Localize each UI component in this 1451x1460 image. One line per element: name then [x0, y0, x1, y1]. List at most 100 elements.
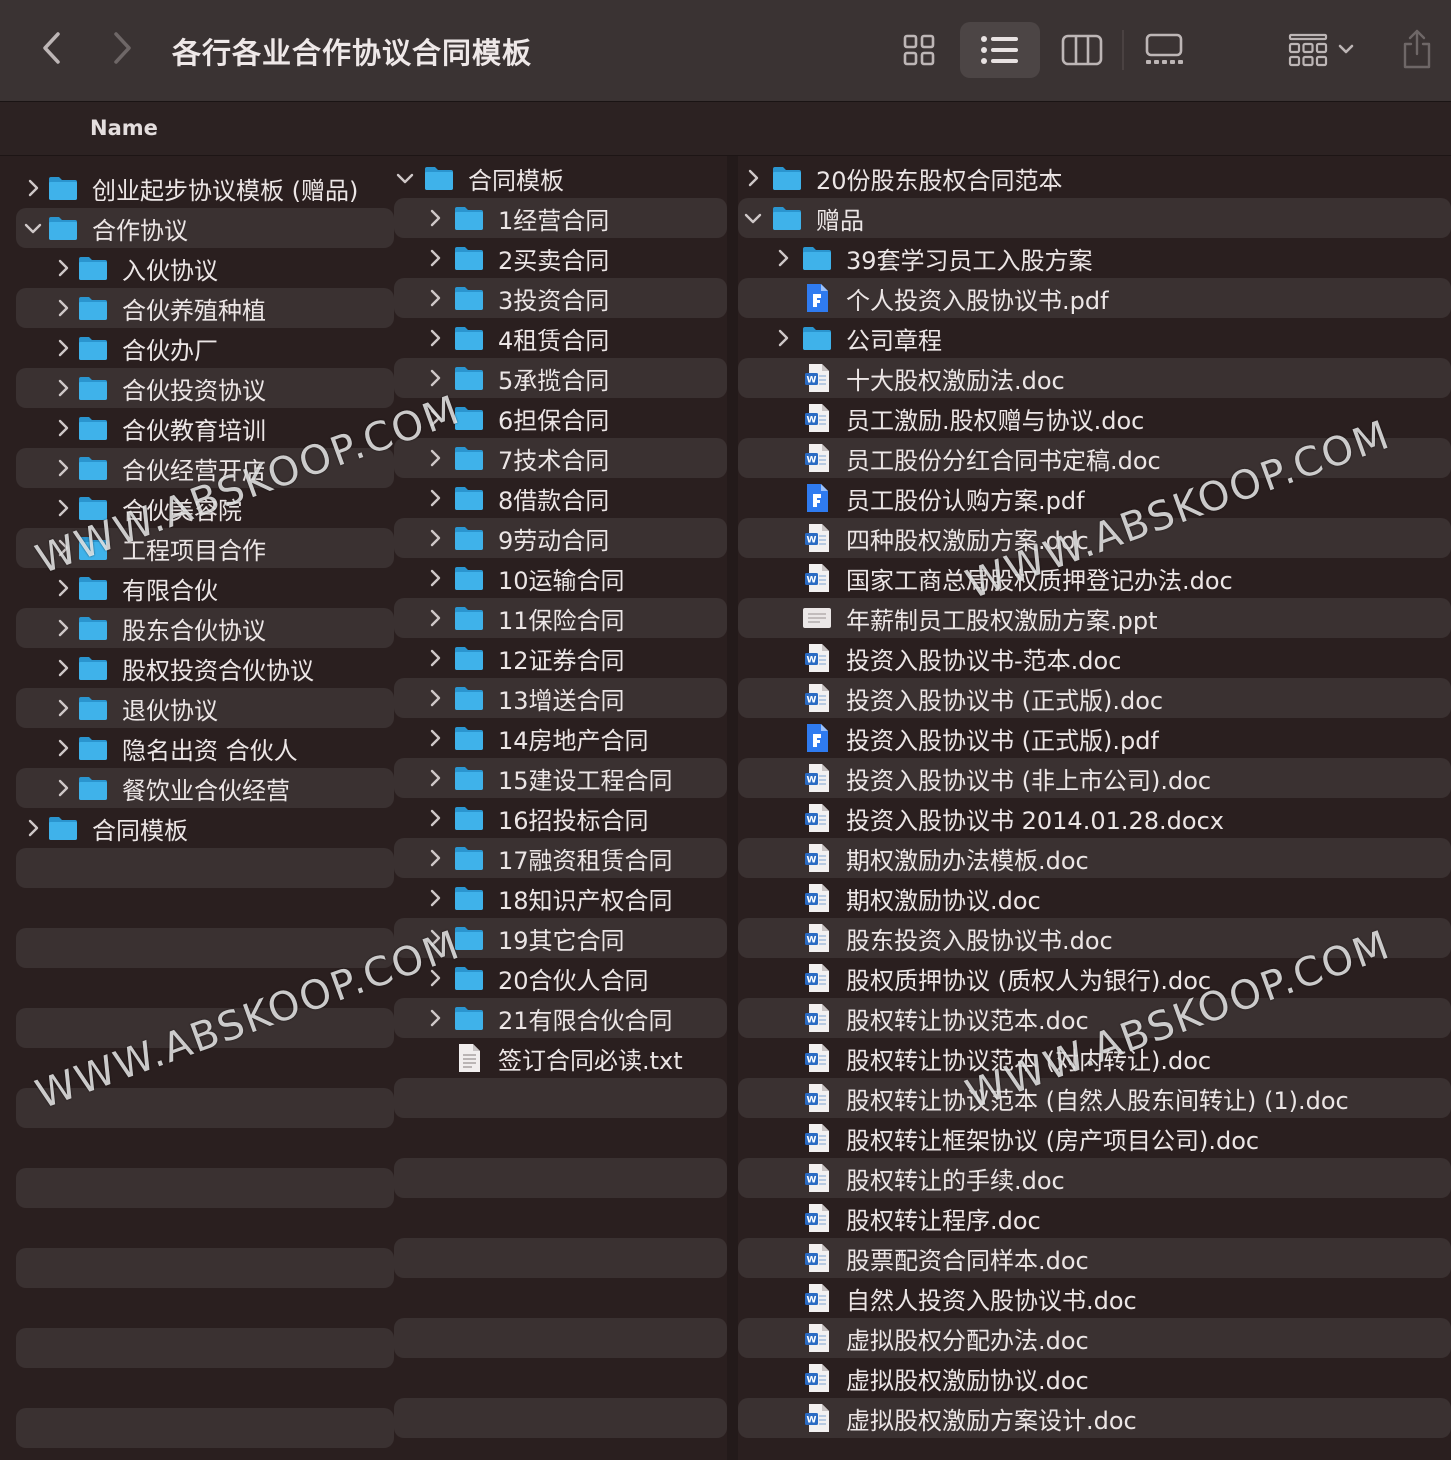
list-view-button[interactable]: [960, 22, 1040, 78]
file-row[interactable]: 签订合同必读.txt: [394, 1038, 727, 1078]
chevron-right-icon[interactable]: [424, 767, 446, 789]
chevron-right-icon[interactable]: [22, 817, 44, 839]
chevron-right-icon[interactable]: [52, 377, 74, 399]
file-row[interactable]: 个人投资入股协议书.pdf: [738, 278, 1451, 318]
disclosure-toggle[interactable]: [424, 607, 446, 629]
chevron-right-icon[interactable]: [52, 337, 74, 359]
disclosure-toggle[interactable]: [52, 577, 74, 599]
folder-row[interactable]: 合伙养殖种植: [16, 288, 394, 328]
folder-row[interactable]: 9劳动合同: [394, 518, 727, 558]
disclosure-toggle[interactable]: [52, 417, 74, 439]
disclosure-toggle[interactable]: [424, 807, 446, 829]
chevron-right-icon[interactable]: [52, 297, 74, 319]
chevron-right-icon[interactable]: [424, 727, 446, 749]
disclosure-toggle[interactable]: [22, 817, 44, 839]
folder-row[interactable]: 餐饮业合伙经营: [16, 768, 394, 808]
gallery-view-button[interactable]: [1138, 26, 1190, 74]
disclosure-toggle[interactable]: [424, 967, 446, 989]
folder-row[interactable]: 14房地产合同: [394, 718, 727, 758]
chevron-right-icon[interactable]: [424, 847, 446, 869]
chevron-right-icon[interactable]: [424, 807, 446, 829]
file-row[interactable]: W 股权转让协议范本.doc: [738, 998, 1451, 1038]
folder-row[interactable]: 合同模板: [16, 808, 394, 848]
folder-row[interactable]: 4租赁合同: [394, 318, 727, 358]
chevron-right-icon[interactable]: [424, 207, 446, 229]
folder-row[interactable]: 2买卖合同: [394, 238, 727, 278]
disclosure-toggle[interactable]: [52, 697, 74, 719]
forward-button[interactable]: [104, 28, 140, 68]
folder-row[interactable]: 18知识产权合同: [394, 878, 727, 918]
disclosure-toggle[interactable]: [52, 657, 74, 679]
chevron-right-icon[interactable]: [52, 417, 74, 439]
name-column-header[interactable]: Name: [90, 116, 158, 140]
disclosure-toggle[interactable]: [52, 377, 74, 399]
file-row[interactable]: W 国家工商总局股权质押登记办法.doc: [738, 558, 1451, 598]
file-row[interactable]: W 股权转让协议范本 (对内转让).doc: [738, 1038, 1451, 1078]
disclosure-toggle[interactable]: [424, 407, 446, 429]
file-row[interactable]: 年薪制员工股权激励方案.ppt: [738, 598, 1451, 638]
disclosure-toggle[interactable]: [742, 207, 764, 229]
disclosure-toggle[interactable]: [424, 687, 446, 709]
file-row[interactable]: W 虚拟股权激励协议.doc: [738, 1358, 1451, 1398]
disclosure-toggle[interactable]: [52, 457, 74, 479]
file-row[interactable]: W 十大股权激励法.doc: [738, 358, 1451, 398]
folder-row[interactable]: 13增送合同: [394, 678, 727, 718]
disclosure-toggle[interactable]: [424, 487, 446, 509]
folder-row[interactable]: 21有限合伙合同: [394, 998, 727, 1038]
chevron-right-icon[interactable]: [424, 967, 446, 989]
disclosure-toggle[interactable]: [424, 287, 446, 309]
chevron-right-icon[interactable]: [424, 927, 446, 949]
file-row[interactable]: W 自然人投资入股协议书.doc: [738, 1278, 1451, 1318]
folder-row[interactable]: 8借款合同: [394, 478, 727, 518]
disclosure-toggle[interactable]: [424, 887, 446, 909]
chevron-right-icon[interactable]: [424, 687, 446, 709]
chevron-right-icon[interactable]: [424, 287, 446, 309]
folder-row[interactable]: 7技术合同: [394, 438, 727, 478]
chevron-right-icon[interactable]: [52, 657, 74, 679]
file-row[interactable]: W 期权激励办法模板.doc: [738, 838, 1451, 878]
file-row[interactable]: W 期权激励协议.doc: [738, 878, 1451, 918]
folder-row[interactable]: 工程项目合作: [16, 528, 394, 568]
file-row[interactable]: W 投资入股协议书-范本.doc: [738, 638, 1451, 678]
disclosure-toggle[interactable]: [52, 737, 74, 759]
folder-row[interactable]: 合伙美容院: [16, 488, 394, 528]
file-row[interactable]: W 四种股权激励方案.doc: [738, 518, 1451, 558]
chevron-right-icon[interactable]: [52, 617, 74, 639]
chevron-right-icon[interactable]: [424, 367, 446, 389]
disclosure-toggle[interactable]: [22, 217, 44, 239]
disclosure-toggle[interactable]: [22, 177, 44, 199]
chevron-right-icon[interactable]: [742, 167, 764, 189]
disclosure-toggle[interactable]: [424, 247, 446, 269]
chevron-right-icon[interactable]: [772, 247, 794, 269]
folder-row[interactable]: 有限合伙: [16, 568, 394, 608]
folder-row[interactable]: 股东合伙协议: [16, 608, 394, 648]
chevron-right-icon[interactable]: [424, 1007, 446, 1029]
disclosure-toggle[interactable]: [394, 167, 416, 189]
folder-row[interactable]: 16招投标合同: [394, 798, 727, 838]
icon-view-button[interactable]: [895, 26, 943, 74]
disclosure-toggle[interactable]: [424, 207, 446, 229]
disclosure-toggle[interactable]: [52, 297, 74, 319]
chevron-down-icon[interactable]: [22, 217, 44, 239]
folder-row[interactable]: 退伙协议: [16, 688, 394, 728]
disclosure-toggle[interactable]: [52, 537, 74, 559]
folder-row[interactable]: 股权投资合伙协议: [16, 648, 394, 688]
disclosure-toggle[interactable]: [424, 847, 446, 869]
file-row[interactable]: W 股权转让程序.doc: [738, 1198, 1451, 1238]
file-row[interactable]: W 虚拟股权分配办法.doc: [738, 1318, 1451, 1358]
chevron-right-icon[interactable]: [52, 497, 74, 519]
folder-row[interactable]: 1经营合同: [394, 198, 727, 238]
disclosure-toggle[interactable]: [424, 647, 446, 669]
file-row[interactable]: W 股权质押协议 (质权人为银行).doc: [738, 958, 1451, 998]
file-row[interactable]: W 员工激励.股权赠与协议.doc: [738, 398, 1451, 438]
disclosure-toggle[interactable]: [424, 767, 446, 789]
chevron-right-icon[interactable]: [52, 257, 74, 279]
chevron-right-icon[interactable]: [424, 567, 446, 589]
disclosure-toggle[interactable]: [742, 167, 764, 189]
folder-row[interactable]: 15建设工程合同: [394, 758, 727, 798]
file-row[interactable]: W 投资入股协议书 (正式版).doc: [738, 678, 1451, 718]
disclosure-toggle[interactable]: [52, 257, 74, 279]
chevron-right-icon[interactable]: [424, 407, 446, 429]
disclosure-toggle[interactable]: [424, 367, 446, 389]
folder-row[interactable]: 合作协议: [16, 208, 394, 248]
